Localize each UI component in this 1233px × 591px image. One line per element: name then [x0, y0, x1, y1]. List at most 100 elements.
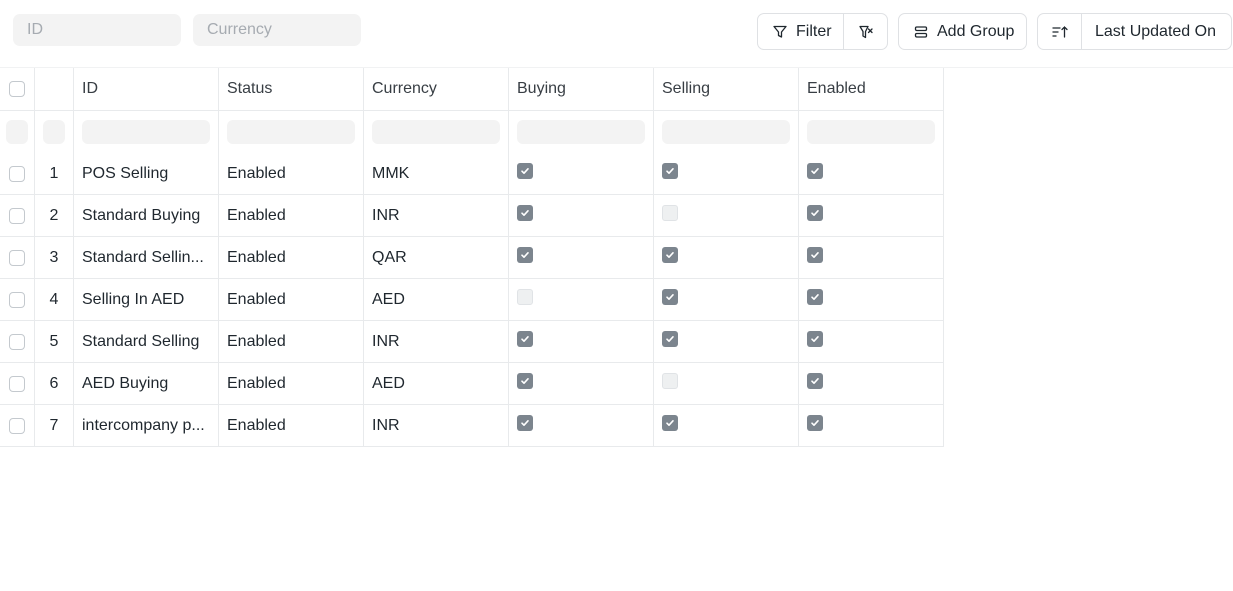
currency-value: QAR [372, 248, 407, 266]
enabled-checkbox[interactable] [807, 246, 823, 263]
enabled-checkbox[interactable] [807, 414, 823, 431]
filter-icon [772, 24, 788, 40]
selling-checkbox[interactable] [662, 288, 678, 305]
buying-checkbox[interactable] [517, 162, 533, 179]
currency-cell[interactable]: AED [364, 363, 509, 404]
row-select-checkbox[interactable] [9, 417, 25, 434]
status-cell[interactable]: Enabled [219, 405, 364, 446]
currency-value: AED [372, 290, 405, 308]
buying-checkbox[interactable] [517, 330, 533, 347]
id-cell[interactable]: Standard Selling [74, 321, 219, 362]
status-cell[interactable]: Enabled [219, 321, 364, 362]
selling-cell [654, 363, 799, 404]
id-cell[interactable]: intercompany p... [74, 405, 219, 446]
currency-cell[interactable]: INR [364, 405, 509, 446]
status-cell[interactable]: Enabled [219, 153, 364, 194]
id-cell[interactable]: AED Buying [74, 363, 219, 404]
column-filter-input-buying[interactable] [517, 120, 645, 144]
enabled-checkbox[interactable] [807, 204, 823, 221]
enabled-cell [799, 195, 944, 236]
table-row[interactable]: 7 intercompany p... Enabled INR [0, 405, 944, 447]
enabled-checkbox[interactable] [807, 372, 823, 389]
currency-cell[interactable]: QAR [364, 237, 509, 278]
selling-cell [654, 405, 799, 446]
enabled-checkbox[interactable] [807, 162, 823, 179]
id-value: POS Selling [82, 164, 169, 182]
id-value: Selling In AED [82, 290, 185, 308]
select-all-checkbox[interactable] [9, 81, 25, 97]
currency-value: INR [372, 206, 400, 224]
add-group-button[interactable]: Add Group [898, 13, 1027, 50]
column-filter-input-selling[interactable] [662, 120, 790, 144]
column-filter-input[interactable] [6, 120, 28, 144]
row-select-checkbox[interactable] [9, 291, 25, 308]
id-cell[interactable]: Standard Sellin... [74, 237, 219, 278]
column-header-buying[interactable]: Buying [509, 68, 654, 110]
buying-cell [509, 195, 654, 236]
clear-filter-button[interactable] [843, 13, 888, 50]
buying-cell [509, 321, 654, 362]
row-select-checkbox[interactable] [9, 165, 25, 182]
enabled-cell [799, 153, 944, 194]
status-cell[interactable]: Enabled [219, 195, 364, 236]
table-row[interactable]: 4 Selling In AED Enabled AED [0, 279, 944, 321]
row-select-cell [0, 405, 35, 446]
currency-filter-input[interactable] [193, 14, 361, 46]
currency-cell[interactable]: MMK [364, 153, 509, 194]
selling-checkbox[interactable] [662, 162, 678, 179]
row-select-checkbox[interactable] [9, 375, 25, 392]
column-filter-input-id[interactable] [82, 120, 210, 144]
table-row[interactable]: 2 Standard Buying Enabled INR [0, 195, 944, 237]
buying-checkbox[interactable] [517, 246, 533, 263]
data-table: ID Status Currency Buying Selling Enable… [0, 68, 944, 447]
table-row[interactable]: 1 POS Selling Enabled MMK [0, 153, 944, 195]
sort-direction-button[interactable] [1037, 13, 1082, 50]
id-cell[interactable]: POS Selling [74, 153, 219, 194]
row-select-checkbox[interactable] [9, 249, 25, 266]
enabled-checkbox[interactable] [807, 330, 823, 347]
check-icon [810, 334, 820, 344]
column-filter-input-status[interactable] [227, 120, 355, 144]
currency-cell[interactable]: INR [364, 195, 509, 236]
currency-cell[interactable]: INR [364, 321, 509, 362]
selling-cell [654, 279, 799, 320]
currency-cell[interactable]: AED [364, 279, 509, 320]
selling-checkbox[interactable] [662, 246, 678, 263]
buying-checkbox[interactable] [517, 204, 533, 221]
row-select-checkbox[interactable] [9, 207, 25, 224]
status-cell[interactable]: Enabled [219, 363, 364, 404]
column-header-enabled[interactable]: Enabled [799, 68, 944, 110]
selling-checkbox[interactable] [662, 372, 678, 389]
table-row[interactable]: 3 Standard Sellin... Enabled QAR [0, 237, 944, 279]
sort-by-button[interactable]: Last Updated On [1081, 13, 1232, 50]
selling-cell [654, 321, 799, 362]
column-filter-input-enabled[interactable] [807, 120, 935, 144]
id-filter-input[interactable] [13, 14, 181, 46]
selling-checkbox[interactable] [662, 414, 678, 431]
buying-checkbox[interactable] [517, 414, 533, 431]
column-header-currency[interactable]: Currency [364, 68, 509, 110]
id-cell[interactable]: Standard Buying [74, 195, 219, 236]
column-header-id[interactable]: ID [74, 68, 219, 110]
buying-checkbox[interactable] [517, 372, 533, 389]
id-value: Standard Selling [82, 332, 200, 350]
status-cell[interactable]: Enabled [219, 237, 364, 278]
selling-checkbox[interactable] [662, 330, 678, 347]
table-row[interactable]: 5 Standard Selling Enabled INR [0, 321, 944, 363]
enabled-checkbox[interactable] [807, 288, 823, 305]
column-filter-input-currency[interactable] [372, 120, 500, 144]
id-cell[interactable]: Selling In AED [74, 279, 219, 320]
status-cell[interactable]: Enabled [219, 279, 364, 320]
selling-checkbox[interactable] [662, 204, 678, 221]
column-filter-input[interactable] [43, 120, 65, 144]
column-header-selling[interactable]: Selling [654, 68, 799, 110]
row-select-checkbox[interactable] [9, 333, 25, 350]
table-row[interactable]: 6 AED Buying Enabled AED [0, 363, 944, 405]
filter-button[interactable]: Filter [757, 13, 844, 50]
sort-by-label: Last Updated On [1095, 22, 1216, 40]
check-icon [520, 208, 530, 218]
buying-checkbox[interactable] [517, 288, 533, 305]
column-header-status[interactable]: Status [219, 68, 364, 110]
currency-value: INR [372, 416, 400, 434]
column-header-label: Currency [372, 80, 437, 97]
